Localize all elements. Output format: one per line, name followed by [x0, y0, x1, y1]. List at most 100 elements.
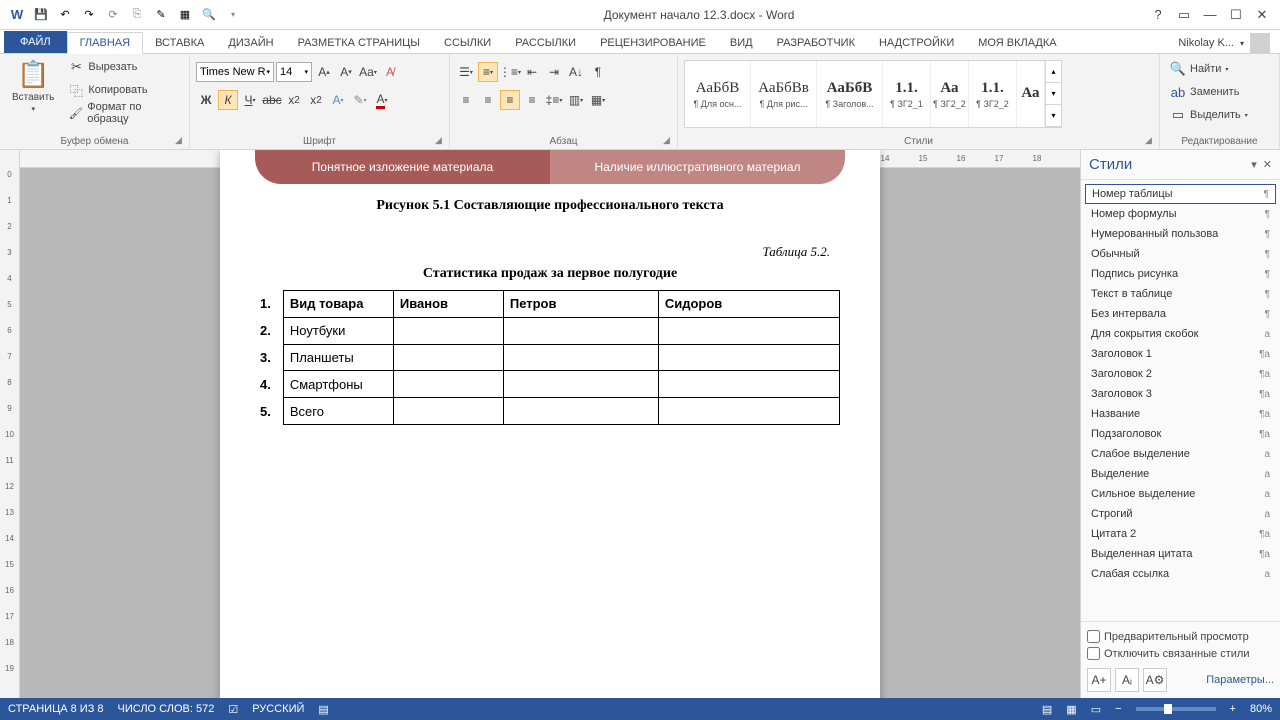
table-row[interactable]: Всего	[283, 398, 839, 425]
qat-icon[interactable]: ⟳	[102, 4, 124, 26]
justify-icon[interactable]: ≡	[522, 90, 542, 110]
style-item[interactable]: 1.1.¶ ЗГ2_2	[969, 61, 1017, 127]
dialog-launcher-icon[interactable]: ◢	[1145, 135, 1157, 147]
text-effects-icon[interactable]: A▾	[328, 90, 348, 110]
dialog-launcher-icon[interactable]: ◢	[435, 135, 447, 147]
tab-file[interactable]: ФАЙЛ	[4, 31, 67, 53]
style-inspector-icon[interactable]: Aᵢ	[1115, 668, 1139, 692]
tab-developer[interactable]: РАЗРАБОТЧИК	[765, 33, 867, 53]
style-list-item[interactable]: Название¶a	[1085, 404, 1276, 424]
italic-button[interactable]: К	[218, 90, 238, 110]
table-row[interactable]: Смартфоны	[283, 371, 839, 398]
qat-icon[interactable]: 🔍	[198, 4, 220, 26]
save-icon[interactable]: 💾	[30, 4, 52, 26]
clear-format-icon[interactable]: A̸	[380, 62, 400, 82]
increase-indent-icon[interactable]: ⇥	[544, 62, 564, 82]
dialog-launcher-icon[interactable]: ◢	[663, 135, 675, 147]
multilevel-icon[interactable]: ⋮≡▾	[500, 62, 520, 82]
smartart[interactable]: Понятное изложение материала Наличие илл…	[255, 150, 845, 184]
style-list-item[interactable]: Заголовок 2¶a	[1085, 364, 1276, 384]
tab-references[interactable]: ССЫЛКИ	[432, 33, 503, 53]
select-button[interactable]: ▭Выделить▾	[1166, 104, 1252, 126]
copy-button[interactable]: Копировать	[64, 79, 183, 101]
web-layout-icon[interactable]: ▭	[1091, 703, 1101, 716]
manage-styles-icon[interactable]: A⚙	[1143, 668, 1167, 692]
tab-layout[interactable]: РАЗМЕТКА СТРАНИЦЫ	[286, 33, 432, 53]
page-status[interactable]: СТРАНИЦА 8 ИЗ 8	[8, 703, 104, 715]
language-status[interactable]: РУССКИЙ	[252, 703, 304, 715]
line-spacing-icon[interactable]: ‡≡▾	[544, 90, 564, 110]
ribbon-display-icon[interactable]: ▭	[1174, 5, 1194, 25]
bullets-icon[interactable]: ☰▾	[456, 62, 476, 82]
align-center-icon[interactable]: ≡	[478, 90, 498, 110]
scroll-up-icon[interactable]: ▴	[1046, 61, 1061, 83]
borders-icon[interactable]: ▦▾	[588, 90, 608, 110]
style-list-item[interactable]: Номер формулы¶	[1085, 204, 1276, 224]
qat-icon[interactable]: ✎	[150, 4, 172, 26]
tab-addins[interactable]: НАДСТРОЙКИ	[867, 33, 966, 53]
scroll-down-icon[interactable]: ▾	[1046, 83, 1061, 105]
preview-checkbox[interactable]: Предварительный просмотр	[1087, 628, 1274, 645]
subscript-button[interactable]: x2	[284, 90, 304, 110]
avatar[interactable]	[1250, 33, 1270, 53]
qat-more-icon[interactable]: ▾	[222, 4, 244, 26]
tab-home[interactable]: ГЛАВНАЯ	[67, 32, 143, 54]
table-row[interactable]: Планшеты	[283, 344, 839, 371]
font-name-select[interactable]: Times New R▾	[196, 62, 274, 82]
word-count[interactable]: ЧИСЛО СЛОВ: 572	[118, 703, 215, 715]
minimize-icon[interactable]: —	[1200, 5, 1220, 25]
style-list-item[interactable]: Сильное выделениеa	[1085, 484, 1276, 504]
style-list-item[interactable]: Выделенная цитата¶a	[1085, 544, 1276, 564]
style-list-item[interactable]: Выделениеa	[1085, 464, 1276, 484]
undo-icon[interactable]: ↶	[54, 4, 76, 26]
document-area[interactable]: 321123456789101112131415161718 Понятное …	[20, 150, 1080, 698]
redo-icon[interactable]: ↷	[78, 4, 100, 26]
new-style-icon[interactable]: A+	[1087, 668, 1111, 692]
style-list-item[interactable]: Слабое выделениеa	[1085, 444, 1276, 464]
shading-icon[interactable]: ▥▾	[566, 90, 586, 110]
user-area[interactable]: Nikolay K...▾	[1178, 33, 1280, 53]
style-list-item[interactable]: Текст в таблице¶	[1085, 284, 1276, 304]
align-left-icon[interactable]: ≡	[456, 90, 476, 110]
style-list-item[interactable]: Цитата 2¶a	[1085, 524, 1276, 544]
style-list-item[interactable]: Без интервала¶	[1085, 304, 1276, 324]
style-item[interactable]: Аа	[1017, 61, 1045, 127]
expand-gallery-icon[interactable]: ▾	[1046, 105, 1061, 127]
zoom-slider[interactable]	[1136, 707, 1216, 711]
style-list-item[interactable]: Подзаголовок¶a	[1085, 424, 1276, 444]
replace-button[interactable]: abЗаменить	[1166, 81, 1252, 103]
decrease-indent-icon[interactable]: ⇤	[522, 62, 542, 82]
word-icon[interactable]: W	[6, 4, 28, 26]
tab-insert[interactable]: ВСТАВКА	[143, 33, 216, 53]
style-list-item[interactable]: Для сокрытия скобокa	[1085, 324, 1276, 344]
style-item[interactable]: АаБбВ¶ Для осн...	[685, 61, 751, 127]
numbering-icon[interactable]: ≡▾	[478, 62, 498, 82]
pane-options-icon[interactable]: ▾	[1251, 158, 1257, 171]
dialog-launcher-icon[interactable]: ◢	[175, 135, 187, 147]
zoom-in-icon[interactable]: +	[1230, 703, 1236, 715]
style-item[interactable]: АаБбВв¶ Для рис...	[751, 61, 817, 127]
style-list-item[interactable]: Номер таблицы¶	[1085, 184, 1276, 204]
tab-custom[interactable]: МОЯ ВКЛАДКА	[966, 33, 1068, 53]
tab-design[interactable]: ДИЗАЙН	[216, 33, 285, 53]
table-row[interactable]: Вид товара Иванов Петров Сидоров	[283, 291, 839, 318]
shrink-font-icon[interactable]: A▾	[336, 62, 356, 82]
print-layout-icon[interactable]: ▦	[1066, 703, 1076, 716]
figure-caption[interactable]: Рисунок 5.1 Составляющие профессионально…	[260, 198, 840, 214]
maximize-icon[interactable]: ☐	[1226, 5, 1246, 25]
zoom-out-icon[interactable]: −	[1115, 703, 1121, 715]
qat-icon[interactable]: ⎘	[126, 4, 148, 26]
paste-button[interactable]: 📋 Вставить ▾	[6, 56, 60, 115]
align-right-icon[interactable]: ≡	[500, 90, 520, 110]
tab-review[interactable]: РЕЦЕНЗИРОВАНИЕ	[588, 33, 718, 53]
style-item[interactable]: АаБбВ¶ Заголов...	[817, 61, 883, 127]
linked-checkbox[interactable]: Отключить связанные стили	[1087, 645, 1274, 662]
read-mode-icon[interactable]: ▤	[1042, 703, 1052, 716]
style-item[interactable]: 1.1.¶ ЗГ2_1	[883, 61, 931, 127]
table-row[interactable]: Ноутбуки	[283, 317, 839, 344]
style-list-item[interactable]: Заголовок 1¶a	[1085, 344, 1276, 364]
font-color-icon[interactable]: A▾	[372, 90, 392, 110]
find-button[interactable]: 🔍Найти▾	[1166, 58, 1252, 80]
tab-view[interactable]: ВИД	[718, 33, 765, 53]
underline-button[interactable]: Ч▾	[240, 90, 260, 110]
